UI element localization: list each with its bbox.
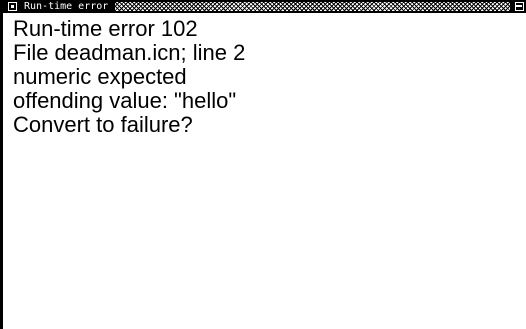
error-message: Run-time error 102 File deadman.icn; lin… [13,17,523,137]
file-location-line: File deadman.icn; line 2 [13,40,246,65]
title-bar-pattern [115,2,510,11]
window-title: Run-time error [22,0,113,13]
error-window: Run-time error Run-time error 102 File d… [0,0,526,329]
error-description-line: numeric expected [13,64,187,89]
convert-prompt-line: Convert to failure? [13,112,193,137]
title-bar[interactable]: Run-time error [3,0,526,13]
offending-value-line: offending value: "hello" [13,88,237,113]
zoom-box-icon[interactable] [515,2,524,11]
close-box-icon[interactable] [8,2,17,11]
error-code-line: Run-time error 102 [13,16,198,41]
